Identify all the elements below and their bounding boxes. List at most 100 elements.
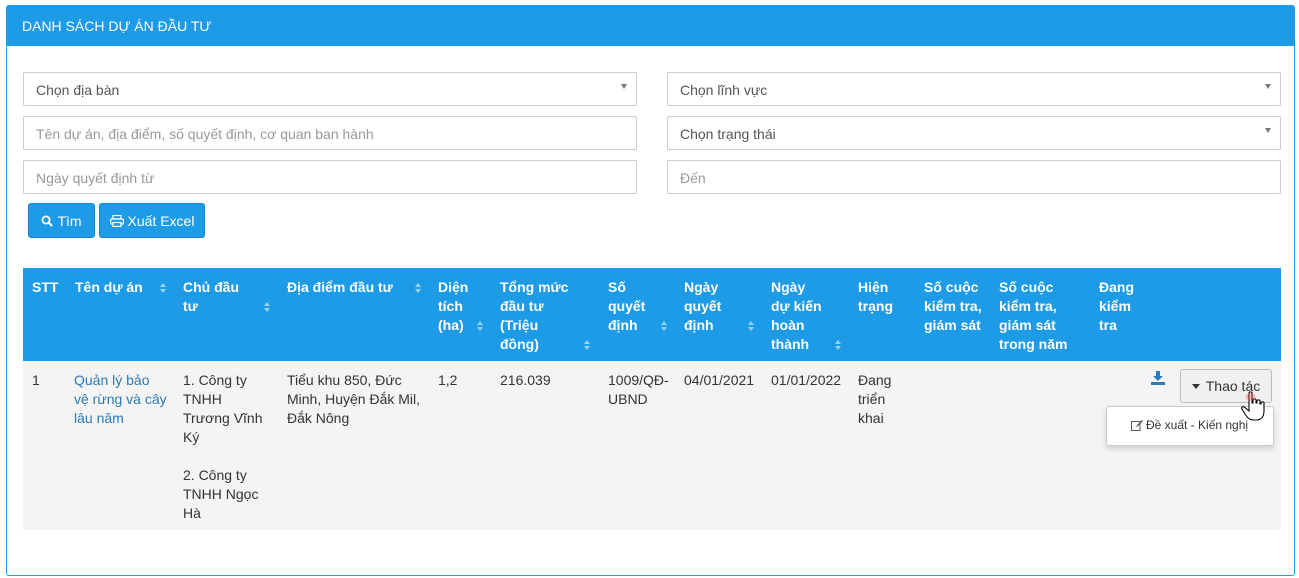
cell-ngay-du-kien: 01/01/2022	[771, 372, 842, 388]
header-line: tư	[183, 298, 198, 314]
header-chu-dau-tu[interactable]: Chủ đầu tư	[183, 278, 239, 316]
cell-line: 1. Công ty	[183, 372, 247, 388]
header-line: tra	[1099, 317, 1117, 333]
chevron-down-icon	[621, 84, 627, 89]
header-line: quyết	[684, 298, 722, 314]
header-ngay-quyet-dinh[interactable]: Ngày quyết định	[684, 278, 721, 335]
search-button-label: Tìm	[57, 212, 82, 229]
header-stt[interactable]: STT	[32, 278, 58, 297]
header-line: Ngày	[684, 279, 719, 295]
sort-icon[interactable]	[264, 302, 271, 313]
cell-line: Đang	[858, 372, 892, 388]
header-line: trong năm	[999, 336, 1068, 352]
print-icon	[109, 214, 124, 227]
sort-icon[interactable]	[477, 321, 484, 332]
cell-line: 1009/QĐ-	[608, 372, 669, 388]
header-line: đầu tư	[500, 298, 544, 314]
linh-vuc-value: Chọn lĩnh vực	[680, 82, 768, 98]
header-ngay-du-kien[interactable]: Ngày dự kiến hoàn thành	[771, 278, 822, 354]
den-input[interactable]: Đến	[667, 160, 1281, 194]
header-tong-muc[interactable]: Tổng mức đầu tư (Triệu đồng)	[500, 278, 568, 354]
header-line: giám sát	[999, 317, 1056, 333]
dia-ban-value: Chọn địa bàn	[36, 82, 120, 98]
download-icon[interactable]	[1151, 371, 1165, 385]
header-line: định	[684, 317, 714, 333]
project-table: STT Tên dự án Chủ đầu tư Địa điểm đầu tư…	[23, 268, 1281, 530]
table-header: STT Tên dự án Chủ đầu tư Địa điểm đầu tư…	[23, 268, 1281, 361]
dia-ban-select[interactable]: Chọn địa bàn	[23, 72, 637, 106]
sort-icon[interactable]	[584, 340, 591, 351]
header-line: Chủ đầu	[183, 279, 239, 295]
header-line: (Triệu	[500, 317, 539, 333]
cell-dien-tich: 1,2	[438, 372, 458, 388]
cell-line: 2. Công ty	[183, 467, 247, 483]
header-line: (ha)	[438, 317, 464, 333]
cell-line: vệ rừng và cây	[74, 391, 167, 407]
den-placeholder: Đến	[680, 170, 706, 186]
header-so-quyet-dinh[interactable]: Số quyết định	[608, 278, 645, 335]
header-so-cuoc: Số cuộc kiểm tra, giám sát	[924, 278, 982, 335]
trang-thai-select[interactable]: Chọn trạng thái	[667, 116, 1281, 150]
caret-down-icon	[1191, 383, 1200, 389]
cell-stt: 1	[32, 372, 40, 388]
chevron-down-icon	[1265, 84, 1271, 89]
header-line: Ngày	[771, 279, 806, 295]
header-line: Diện	[438, 279, 469, 295]
search-button[interactable]: Tìm	[28, 203, 95, 238]
cell-line: Trương Vĩnh	[183, 410, 263, 426]
header-line: kiểm	[1099, 298, 1131, 314]
project-name-link[interactable]: Quản lý bảo vệ rừng và cây lâu năm	[74, 371, 167, 428]
linh-vuc-select[interactable]: Chọn lĩnh vực	[667, 72, 1281, 106]
header-line: Đang	[1099, 279, 1134, 295]
sort-icon[interactable]	[835, 340, 842, 351]
header-ten-du-an[interactable]: Tên dự án	[75, 278, 143, 297]
cell-line: Hà	[183, 505, 201, 521]
header-so-cuoc-trong-nam: Số cuộc kiểm tra, giám sát trong năm	[999, 278, 1067, 354]
sort-icon[interactable]	[748, 321, 755, 332]
header-line: định	[608, 317, 638, 333]
header-dang-kiem-tra: Đang kiểm tra	[1099, 278, 1134, 335]
table-row: 1 Quản lý bảo vệ rừng và cây lâu năm 1. …	[23, 361, 1281, 530]
header-dien-tich[interactable]: Diện tích (ha)	[438, 278, 468, 335]
header-line: Hiện	[858, 279, 889, 295]
panel-title: DANH SÁCH DỰ ÁN ĐẦU TƯ	[7, 6, 1294, 46]
cell-line: Ký	[183, 429, 200, 445]
export-button-label: Xuất Excel	[127, 212, 195, 229]
cell-line: Quản lý bảo	[74, 372, 150, 388]
hand-cursor-icon	[1241, 391, 1265, 421]
ngay-tu-placeholder: Ngày quyết định từ	[36, 170, 155, 186]
search-input-placeholder: Tên dự án, địa điểm, số quyết định, cơ q…	[36, 126, 374, 142]
header-line: trạng	[858, 298, 893, 314]
header-line: Tổng mức	[500, 279, 569, 295]
header-hien-trang[interactable]: Hiện trạng	[858, 278, 893, 316]
header-line: hoàn	[771, 317, 805, 333]
header-line: dự kiến	[771, 298, 822, 314]
cell-hien-trang: Đang triển khai	[858, 371, 891, 428]
cell-dia-diem: Tiểu khu 850, Đức Minh, Huyện Đắk Mil, Đ…	[287, 371, 420, 428]
trang-thai-value: Chọn trạng thái	[680, 126, 776, 142]
sort-icon[interactable]	[661, 321, 668, 332]
project-list-panel: DANH SÁCH DỰ ÁN ĐẦU TƯ Chọn địa bàn Chọn…	[6, 5, 1295, 576]
cell-so-quyet-dinh: 1009/QĐ- UBND	[608, 371, 669, 409]
ngay-quyet-dinh-tu-input[interactable]: Ngày quyết định từ	[23, 160, 637, 194]
header-line: kiểm tra,	[924, 298, 982, 314]
cell-ngay-quyet-dinh: 04/01/2021	[684, 372, 755, 388]
header-line: giám sát	[924, 317, 981, 333]
search-input[interactable]: Tên dự án, địa điểm, số quyết định, cơ q…	[23, 116, 637, 150]
header-line: đồng)	[500, 336, 539, 352]
sort-icon[interactable]	[415, 283, 422, 294]
chevron-down-icon	[1265, 128, 1271, 133]
sort-icon[interactable]	[160, 283, 167, 294]
cell-line: TNHH Ngọc	[183, 486, 259, 502]
cell-line: khai	[858, 410, 884, 426]
header-dia-diem[interactable]: Địa điểm đầu tư	[287, 278, 393, 297]
header-line: Số cuộc	[999, 279, 1054, 295]
cell-line: Đắk Nông	[287, 410, 350, 426]
cell-line: triển	[858, 391, 886, 407]
export-excel-button[interactable]: Xuất Excel	[99, 203, 205, 238]
header-line: thành	[771, 336, 810, 352]
header-line: quyết	[608, 298, 646, 314]
menu-item-de-xuat[interactable]: Đề xuất - Kiến nghị	[1146, 418, 1248, 432]
header-line: kiểm tra,	[999, 298, 1057, 314]
cell-line: TNHH	[183, 391, 222, 407]
